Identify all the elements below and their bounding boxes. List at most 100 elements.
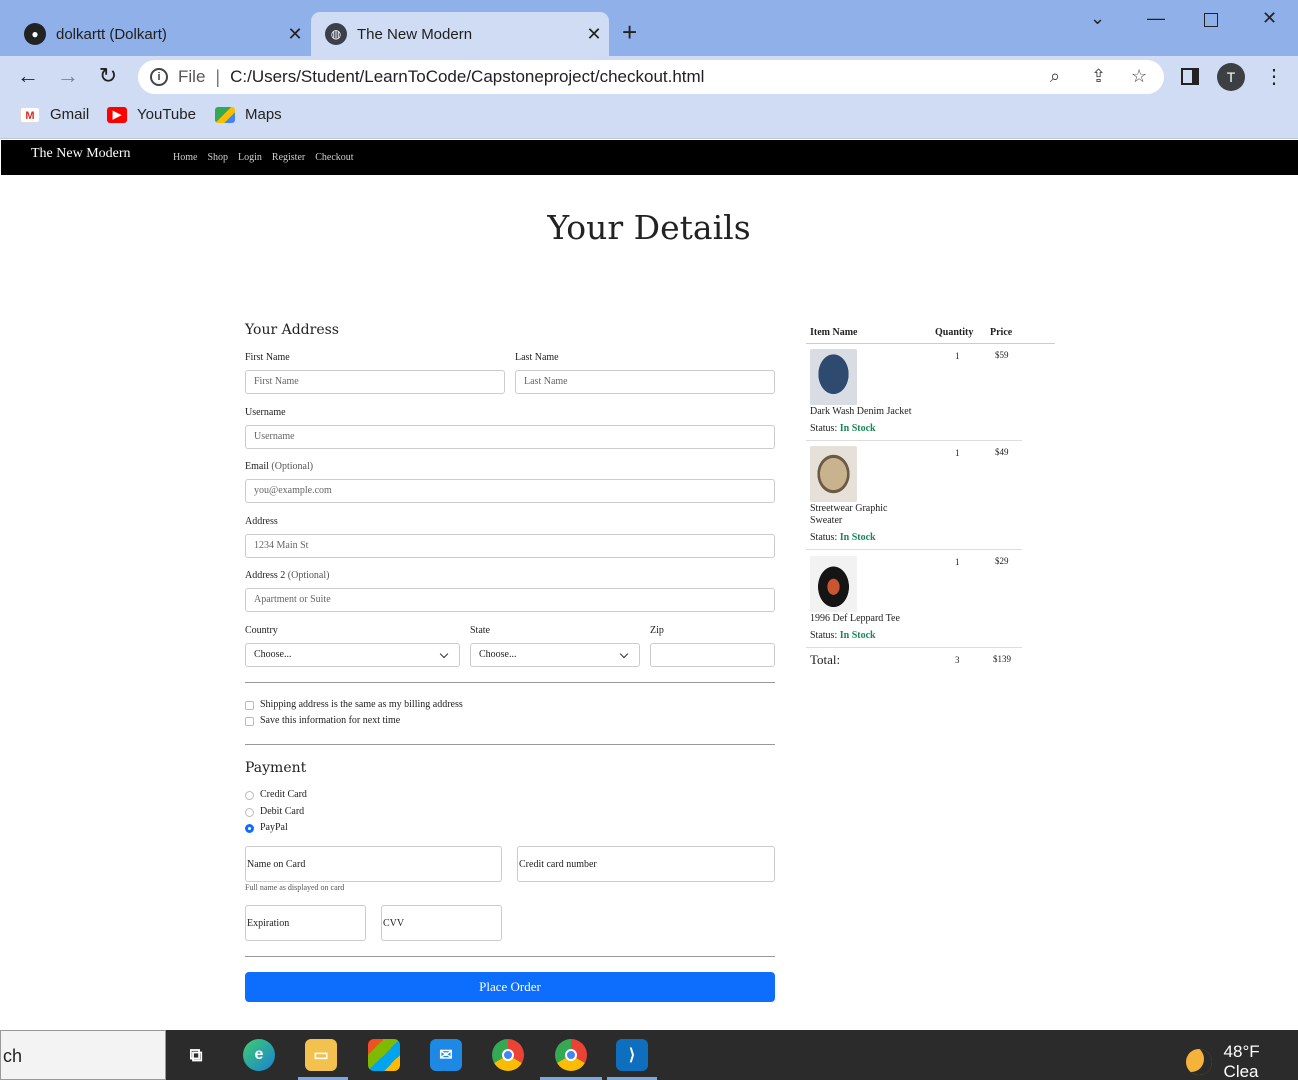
tab-search-chevron-icon[interactable]: ⌄	[1090, 8, 1105, 29]
tab-label: dolkartt (Dolkart)	[56, 25, 167, 43]
reload-icon[interactable]: ↻	[96, 64, 120, 88]
credit-card-label[interactable]: Credit Card	[260, 789, 307, 800]
bookmark-maps[interactable]: Maps	[215, 106, 282, 123]
last-name-label: Last Name	[515, 352, 559, 363]
share-icon[interactable]: ⇪	[1091, 66, 1106, 87]
url-text[interactable]: C:/Users/Student/LearnToCode/Capstonepro…	[230, 67, 1164, 87]
paypal-radio[interactable]	[245, 824, 254, 833]
cart-total-price: $139	[993, 654, 1011, 664]
address2-input[interactable]: Apartment or Suite	[245, 588, 775, 612]
more-menu-icon[interactable]: ⋮	[1264, 64, 1284, 89]
credit-card-number-input[interactable]: Credit card number	[517, 846, 775, 882]
tab-the-new-modern[interactable]: ◍ The New Modern ✕	[311, 12, 609, 56]
username-label: Username	[245, 407, 286, 418]
side-panel-icon[interactable]	[1181, 68, 1199, 85]
edge-icon[interactable]: e	[243, 1039, 275, 1071]
separator: |	[215, 66, 221, 87]
cart-item-quantity: 1	[955, 351, 960, 361]
tab-github[interactable]: ● dolkartt (Dolkart) ✕	[10, 12, 310, 56]
cvv-input[interactable]: CVV	[381, 905, 502, 941]
maps-icon	[215, 106, 235, 123]
first-name-input[interactable]: First Name	[245, 370, 505, 394]
bookmark-star-icon[interactable]: ☆	[1131, 66, 1147, 87]
zip-input[interactable]	[650, 643, 775, 667]
status-value: In Stock	[839, 532, 876, 543]
bookmark-label: Gmail	[50, 106, 90, 123]
chrome-icon[interactable]	[492, 1039, 524, 1071]
cart-item-name: Streetwear Graphic Sweater	[810, 503, 888, 526]
email-input[interactable]: you@example.com	[245, 479, 775, 503]
profile-avatar[interactable]: T	[1217, 63, 1245, 91]
country-select[interactable]: Choose...	[245, 643, 460, 667]
nav-link-shop[interactable]: Shop	[207, 152, 228, 163]
state-select[interactable]: Choose...	[470, 643, 640, 667]
bookmark-gmail[interactable]: M Gmail	[20, 106, 89, 123]
maximize-icon[interactable]	[1204, 13, 1218, 27]
close-tab-icon[interactable]: ✕	[280, 24, 310, 45]
close-tab-icon[interactable]: ✕	[579, 24, 609, 45]
nav-link-checkout[interactable]: Checkout	[315, 152, 353, 163]
name-on-card-input[interactable]: Name on Card	[245, 846, 502, 882]
same-address-label[interactable]: Shipping address is the same as my billi…	[260, 699, 463, 710]
task-view-icon[interactable]: ⧉	[180, 1039, 212, 1071]
back-icon[interactable]: ←	[16, 64, 40, 88]
state-label: State	[470, 625, 490, 636]
site-nav-links: Home Shop Login Register Checkout	[173, 152, 354, 163]
site-brand[interactable]: The New Modern	[31, 146, 131, 162]
mail-icon[interactable]: ✉	[430, 1039, 462, 1071]
file-explorer-icon[interactable]: ▭	[305, 1039, 337, 1071]
cart-item-status: Status: In Stock	[810, 423, 876, 434]
divider	[245, 956, 775, 957]
country-label: Country	[245, 625, 278, 636]
place-order-button[interactable]: Place Order	[245, 972, 775, 1002]
chrome-profile-icon[interactable]	[555, 1039, 587, 1071]
bookmark-label: Maps	[245, 106, 282, 123]
debit-card-label[interactable]: Debit Card	[260, 806, 304, 817]
close-window-icon[interactable]: ✕	[1262, 8, 1277, 29]
save-info-checkbox[interactable]	[245, 717, 254, 726]
email-label: Email (Optional)	[245, 461, 313, 472]
expiration-input[interactable]: Expiration	[245, 905, 366, 941]
cart-total-label: Total:	[810, 652, 841, 667]
weather-widget[interactable]: 48°F Clea	[1186, 1042, 1298, 1080]
vscode-icon[interactable]: ⟩	[616, 1039, 648, 1071]
bookmark-label: YouTube	[137, 106, 196, 123]
bookmark-youtube[interactable]: ▶ YouTube	[107, 106, 196, 123]
zoom-icon[interactable]: ⌕	[1050, 66, 1060, 87]
nav-link-home[interactable]: Home	[173, 152, 197, 163]
minimize-icon[interactable]: —	[1147, 8, 1165, 29]
address-heading: Your Address	[245, 322, 339, 338]
denim-jacket-thumbnail	[810, 349, 857, 405]
browser-tab-strip: ● dolkartt (Dolkart) ✕ ◍ The New Modern …	[0, 0, 1298, 56]
store-icon[interactable]	[368, 1039, 400, 1071]
address-bar[interactable]: i File | C:/Users/Student/LearnToCode/Ca…	[138, 60, 1164, 94]
gmail-icon: M	[20, 106, 40, 123]
nav-link-register[interactable]: Register	[272, 152, 305, 163]
save-info-label[interactable]: Save this information for next time	[260, 715, 400, 726]
cart-header-divider	[806, 343, 1055, 344]
same-address-checkbox[interactable]	[245, 701, 254, 710]
cart-item-status: Status: In Stock	[810, 630, 876, 641]
info-icon[interactable]: i	[150, 68, 168, 86]
address-input[interactable]: 1234 Main St	[245, 534, 775, 558]
address2-label-text: Address 2	[245, 570, 286, 581]
taskbar-search[interactable]: ch	[0, 1030, 166, 1080]
status-value: In Stock	[839, 630, 876, 641]
username-input[interactable]: Username	[245, 425, 775, 449]
debit-card-radio[interactable]	[245, 808, 254, 817]
last-name-input[interactable]: Last Name	[515, 370, 775, 394]
credit-card-radio[interactable]	[245, 791, 254, 800]
paypal-label[interactable]: PayPal	[260, 822, 288, 833]
weather-text: 48°F Clea	[1223, 1042, 1260, 1080]
cart-item-price: $29	[995, 556, 1009, 566]
nav-link-login[interactable]: Login	[238, 152, 262, 163]
status-value: In Stock	[839, 423, 876, 434]
file-scheme-label: File	[178, 67, 206, 86]
globe-icon: ◍	[325, 23, 347, 45]
new-tab-icon[interactable]: +	[622, 18, 637, 46]
forward-icon[interactable]: →	[56, 64, 80, 88]
youtube-icon: ▶	[107, 106, 127, 123]
status-label: Status:	[810, 532, 838, 543]
cart-item-status: Status: In Stock	[810, 532, 876, 543]
divider	[245, 682, 775, 683]
